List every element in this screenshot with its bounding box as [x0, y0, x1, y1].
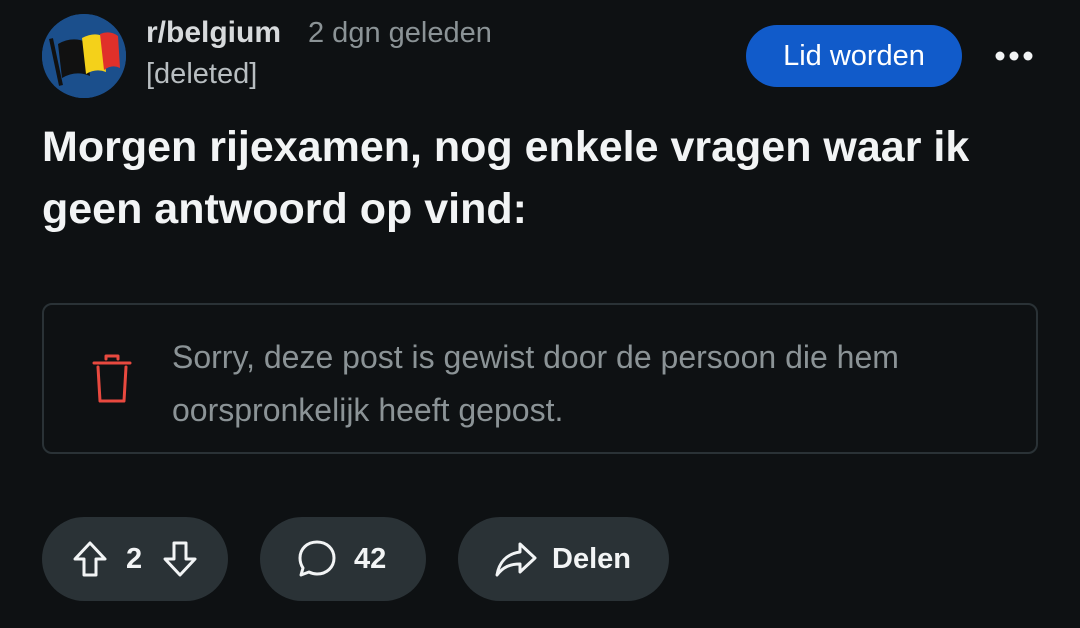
- share-button[interactable]: Delen: [458, 517, 669, 601]
- more-horizontal-icon: [995, 51, 1033, 61]
- trash-icon: [92, 354, 132, 403]
- subreddit-avatar[interactable]: [42, 14, 126, 98]
- downvote-button[interactable]: [152, 517, 208, 601]
- comments-button[interactable]: 42: [260, 517, 426, 601]
- post-time: 2 dgn geleden: [308, 17, 492, 49]
- comment-count: 42: [354, 542, 387, 575]
- deleted-message: Sorry, deze post is gewist door de perso…: [172, 339, 899, 428]
- vote-bar: 2: [42, 517, 228, 601]
- post-author: [deleted]: [146, 58, 258, 90]
- subreddit-name[interactable]: r/belgium: [146, 16, 281, 50]
- share-arrow-icon: [495, 542, 537, 577]
- comment-bubble-icon: [298, 540, 336, 577]
- upvote-arrow-icon: [73, 541, 107, 577]
- more-options-button[interactable]: [986, 35, 1042, 77]
- downvote-arrow-icon: [163, 541, 197, 577]
- post-title[interactable]: Morgen rijexamen, nog enkele vragen waar…: [42, 116, 1042, 240]
- upvote-button[interactable]: [62, 517, 118, 601]
- join-button[interactable]: Lid worden: [746, 25, 962, 87]
- vote-count: 2: [126, 542, 143, 575]
- share-label: Delen: [552, 542, 631, 575]
- belgian-flag-icon: [42, 14, 126, 98]
- deleted-post-notice: Sorry, deze post is gewist door de perso…: [42, 303, 1038, 454]
